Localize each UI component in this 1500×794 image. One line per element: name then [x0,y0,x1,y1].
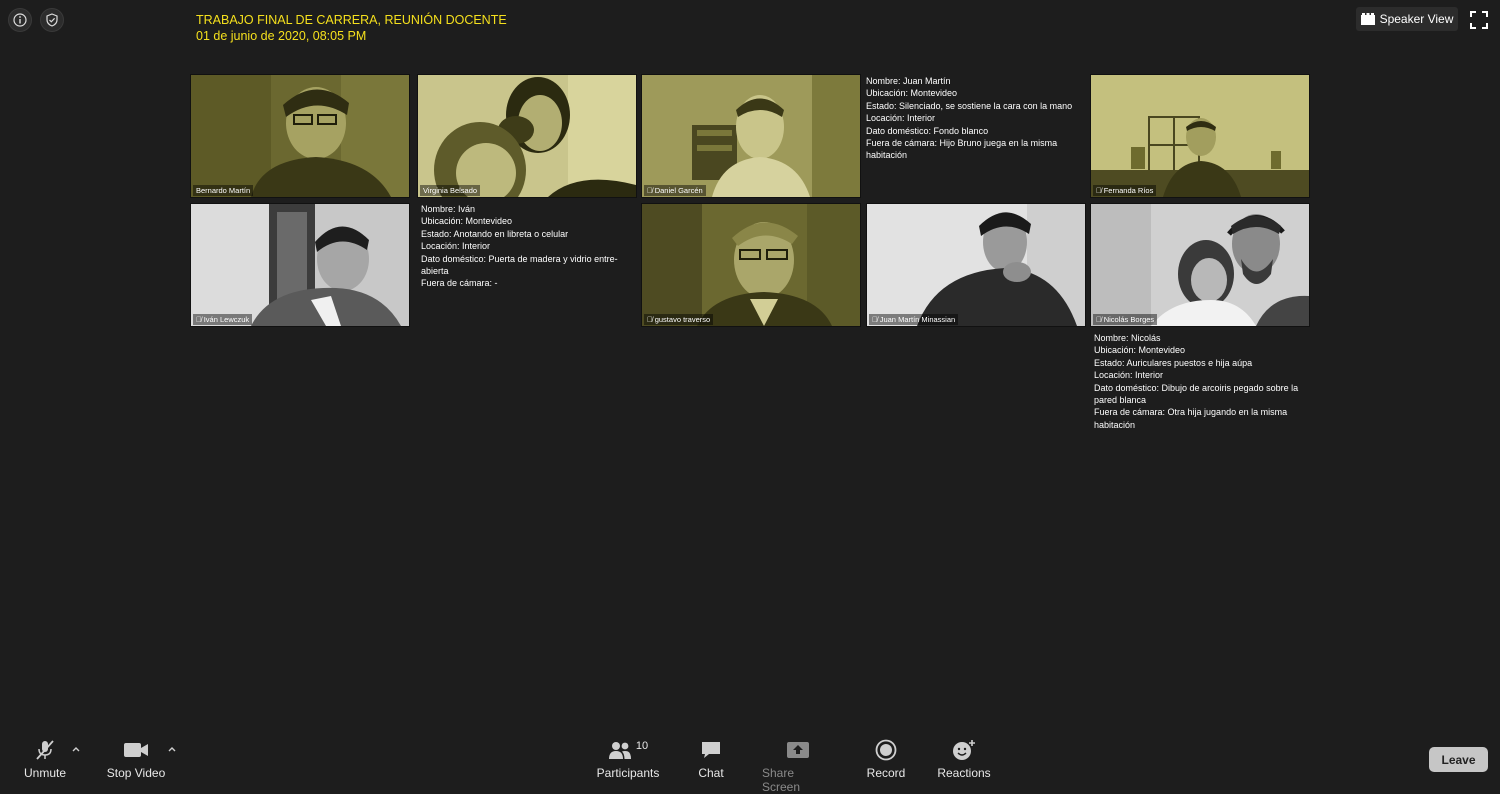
participant-video [191,75,409,197]
meeting-title: TRABAJO FINAL DE CARRERA, REUNIÓN DOCENT… [196,12,507,44]
annotation-line: Locación: Interior [866,113,936,124]
participant-video [867,204,1085,326]
video-tile-juan[interactable]: 🎙̸ Juan Martín Minassian [866,203,1086,327]
participant-name-text: Nicolás Borges [1103,315,1155,324]
stop-video-label: Stop Video [106,766,166,780]
chat-label: Chat [698,766,724,780]
annotation-line: Fuera de cámara: Otra hija jugando en la… [1094,407,1288,430]
video-tile-nicolas[interactable]: 🎙̸ Nicolás Borges [1090,203,1310,327]
share-screen-icon [787,742,809,758]
video-tile-gustavo[interactable]: 🎙̸ gustavo traverso [641,203,861,327]
speaker-view-button[interactable]: Speaker View [1356,7,1458,31]
annotation-line: Estado: Silenciado, se sostiene la cara … [866,100,1073,111]
reactions-button[interactable]: Reactions [937,738,991,780]
meeting-datetime: 01 de junio de 2020, 08:05 PM [196,29,367,43]
smiley-plus-icon [953,740,975,760]
stop-video-button[interactable]: Stop Video [106,738,166,780]
reactions-label: Reactions [937,766,991,780]
video-camera-icon [124,743,148,757]
participant-name: 🎙̸ Juan Martín Minassian [869,314,959,325]
participant-name: 🎙̸ gustavo traverso [644,314,714,325]
share-screen-label: Share Screen [762,766,801,794]
participants-label: Participants [596,766,660,780]
annotation-line: Nombre: Iván [421,204,476,214]
participant-video [1091,204,1309,326]
participant-video [191,204,409,326]
record-icon [875,739,897,761]
leave-button[interactable]: Leave [1429,747,1488,772]
share-screen-button[interactable]: Share Screen [762,738,834,794]
annotation-line: Dato doméstico: Puerta de madera y vidri… [421,253,618,277]
annotation-ivan: Nombre: Iván Ubicación: Montevideo Estad… [421,203,636,290]
chevron-up-icon[interactable] [71,744,81,754]
annotation-line: Dato doméstico: Dibujo de arcoiris pegad… [1094,382,1299,406]
participant-name: Virginia Belsado [420,185,481,196]
meeting-title-text: TRABAJO FINAL DE CARRERA, REUNIÓN DOCENT… [196,13,507,27]
record-button[interactable]: Record [866,738,906,780]
participant-name-text: Fernanda Ríos [1103,186,1154,195]
chevron-up-icon[interactable] [167,744,177,754]
participant-video [642,204,860,326]
video-tile-daniel[interactable]: 🎙̸ Daniel Garcén [641,74,861,198]
chat-bubble-icon [702,742,720,758]
participant-video [1091,75,1309,197]
participants-button[interactable]: 10 Participants [596,738,660,780]
annotation-nicolas: Nombre: Nicolás Ubicación: Montevideo Es… [1094,332,1309,431]
participant-name: 🎙̸ Daniel Garcén [644,185,706,196]
unmute-button[interactable]: Unmute [22,738,68,780]
participants-count: 10 [635,740,649,752]
info-icon[interactable] [8,8,32,32]
annotation-line: Ubicación: Montevideo [421,216,513,227]
annotation-line: Ubicación: Montevideo [866,88,958,99]
annotation-line: Nombre: Nicolás [1094,333,1161,343]
annotation-line: Fuera de cámara: - [421,278,498,289]
annotation-line: Estado: Auriculares puestos e hija aúpa [1094,357,1253,368]
video-tile-virginia[interactable]: Virginia Belsado [417,74,637,198]
microphone-muted-icon [36,740,54,760]
video-tile-fernanda[interactable]: 🎙̸ Fernanda Ríos [1090,74,1310,198]
participant-name: 🎙̸ Iván Lewczuk [193,314,253,325]
participant-name-text: Juan Martín Minassian [879,315,956,324]
participants-icon [608,742,631,759]
participant-name-text: Iván Lewczuk [203,315,250,324]
annotation-line: Estado: Anotando en libreta o celular [421,228,569,239]
record-label: Record [866,766,906,780]
unmute-label: Unmute [23,766,67,780]
video-tile-bernardo[interactable]: Bernardo Martín [190,74,410,198]
annotation-line: Locación: Interior [1094,370,1164,381]
participant-name: 🎙̸ Nicolás Borges [1093,314,1158,325]
annotation-juan: Nombre: Juan Martín Ubicación: Montevide… [866,75,1081,162]
fullscreen-icon[interactable] [1470,11,1488,29]
participant-video [418,75,636,197]
participant-name: Bernardo Martín [193,185,254,196]
annotation-line: Ubicación: Montevideo [1094,345,1186,356]
annotation-line: Locación: Interior [421,241,491,252]
annotation-line: Nombre: Juan Martín [866,76,951,86]
annotation-line: Fuera de cámara: Hijo Bruno juega en la … [866,138,1058,161]
grid-view-icon [1360,13,1375,25]
shield-check-icon[interactable] [40,8,64,32]
chat-button[interactable]: Chat [694,738,728,780]
participant-name-text: Daniel Garcén [654,186,703,195]
participant-name: 🎙̸ Fernanda Ríos [1093,185,1157,196]
speaker-view-label: Speaker View [1379,12,1454,26]
participant-name-text: gustavo traverso [654,315,711,324]
video-tile-ivan[interactable]: 🎙̸ Iván Lewczuk [190,203,410,327]
participant-video [642,75,860,197]
annotation-line: Dato doméstico: Fondo blanco [866,125,989,136]
